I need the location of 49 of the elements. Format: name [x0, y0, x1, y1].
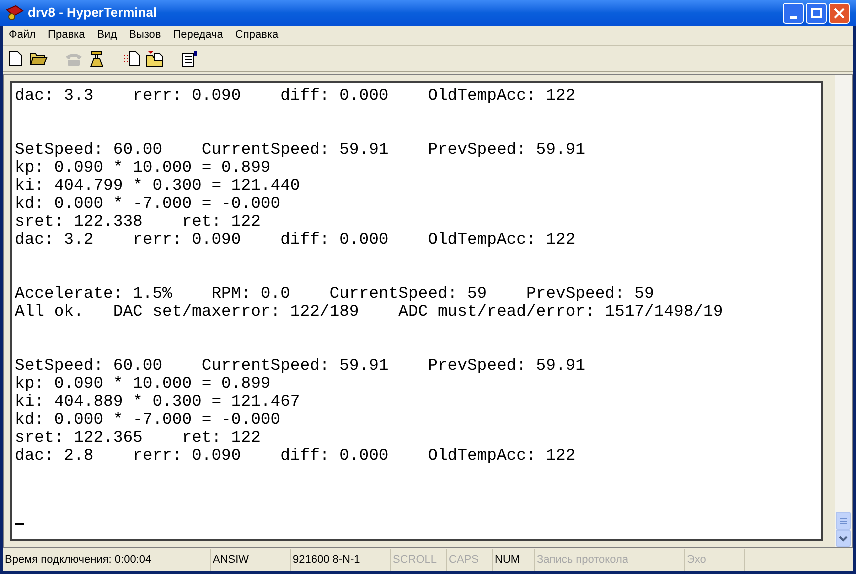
folder-with-arrow-icon	[146, 50, 164, 68]
menu-item[interactable]: Вид	[91, 27, 124, 44]
terminal-line: kp: 0.090 * 10.000 = 0.899	[15, 159, 271, 177]
status-field: ANSIW	[211, 549, 291, 571]
terminal-line: All ok. DAC set/maxerror: 122/189 ADC must/read/error: 1517/1498/19	[15, 303, 724, 321]
folder-icon	[30, 52, 48, 66]
status-field: 921600 8-N-1	[291, 549, 391, 571]
close-icon	[834, 8, 845, 18]
terminal-line: dac: 2.8 rerr: 0.090 diff: 0.000 OldTempAcc: 122	[15, 447, 576, 465]
scroll-thumb[interactable]	[836, 512, 851, 530]
status-field: Эхо	[685, 549, 745, 571]
terminal-line: kd: 0.000 * -7.000 = -0.000	[15, 195, 281, 213]
telephone-icon	[90, 50, 104, 68]
menu-item[interactable]: Вызов	[123, 27, 168, 44]
scroll-down-button[interactable]	[836, 530, 851, 547]
terminal-line: dac: 3.2 rerr: 0.090 diff: 0.000 OldTempAcc: 122	[15, 231, 576, 249]
terminal-line: kp: 0.090 * 10.000 = 0.899	[15, 375, 271, 393]
maximize-button[interactable]	[806, 2, 827, 24]
status-field: Время подключения: 0:00:04	[3, 549, 211, 571]
blank-page-icon	[8, 50, 22, 66]
scrollbar[interactable]	[835, 75, 852, 547]
menu-item[interactable]: Справка	[229, 27, 285, 44]
terminal-line: sret: 122.365 ret: 122	[15, 429, 261, 447]
page-with-dots-icon	[122, 50, 140, 66]
chevron-down-icon	[839, 536, 848, 542]
menu-item[interactable]: Файл	[3, 27, 42, 44]
terminal-line: ki: 404.889 * 0.300 = 121.467	[15, 393, 300, 411]
menu-item[interactable]: Передача	[167, 27, 230, 44]
status-field: NUM	[493, 549, 535, 571]
terminal-line: dac: 3.3 rerr: 0.090 diff: 0.000 OldTempAcc: 122	[15, 87, 576, 105]
text-cursor	[15, 523, 24, 525]
minimize-icon	[790, 16, 797, 18]
close-button[interactable]	[829, 2, 850, 24]
terminal-line: ki: 404.799 * 0.300 = 121.440	[15, 177, 300, 195]
properties-icon	[180, 50, 198, 68]
status-field: SCROLL	[391, 549, 447, 571]
maximize-icon	[811, 8, 822, 18]
terminal-line: Accelerate: 1.5% RPM: 0.0 CurrentSpeed: 59 PrevSpeed: 59	[15, 285, 654, 303]
minimize-button[interactable]	[783, 2, 804, 24]
terminal-line: SetSpeed: 60.00 CurrentSpeed: 59.91 PrevSpeed: 59.91	[15, 141, 586, 159]
terminal-line: SetSpeed: 60.00 CurrentSpeed: 59.91 PrevSpeed: 59.91	[15, 357, 586, 375]
terminal-app-icon	[6, 5, 24, 21]
terminal-line: sret: 122.338 ret: 122	[15, 213, 261, 231]
status-field: CAPS	[447, 549, 493, 571]
terminal-line: kd: 0.000 * -7.000 = -0.000	[15, 411, 281, 429]
menu-item[interactable]: Правка	[42, 27, 92, 44]
status-field: Запись протокола	[535, 549, 685, 571]
window-title: drv8 - HyperTerminal	[28, 4, 158, 22]
grip-icon	[840, 518, 847, 524]
